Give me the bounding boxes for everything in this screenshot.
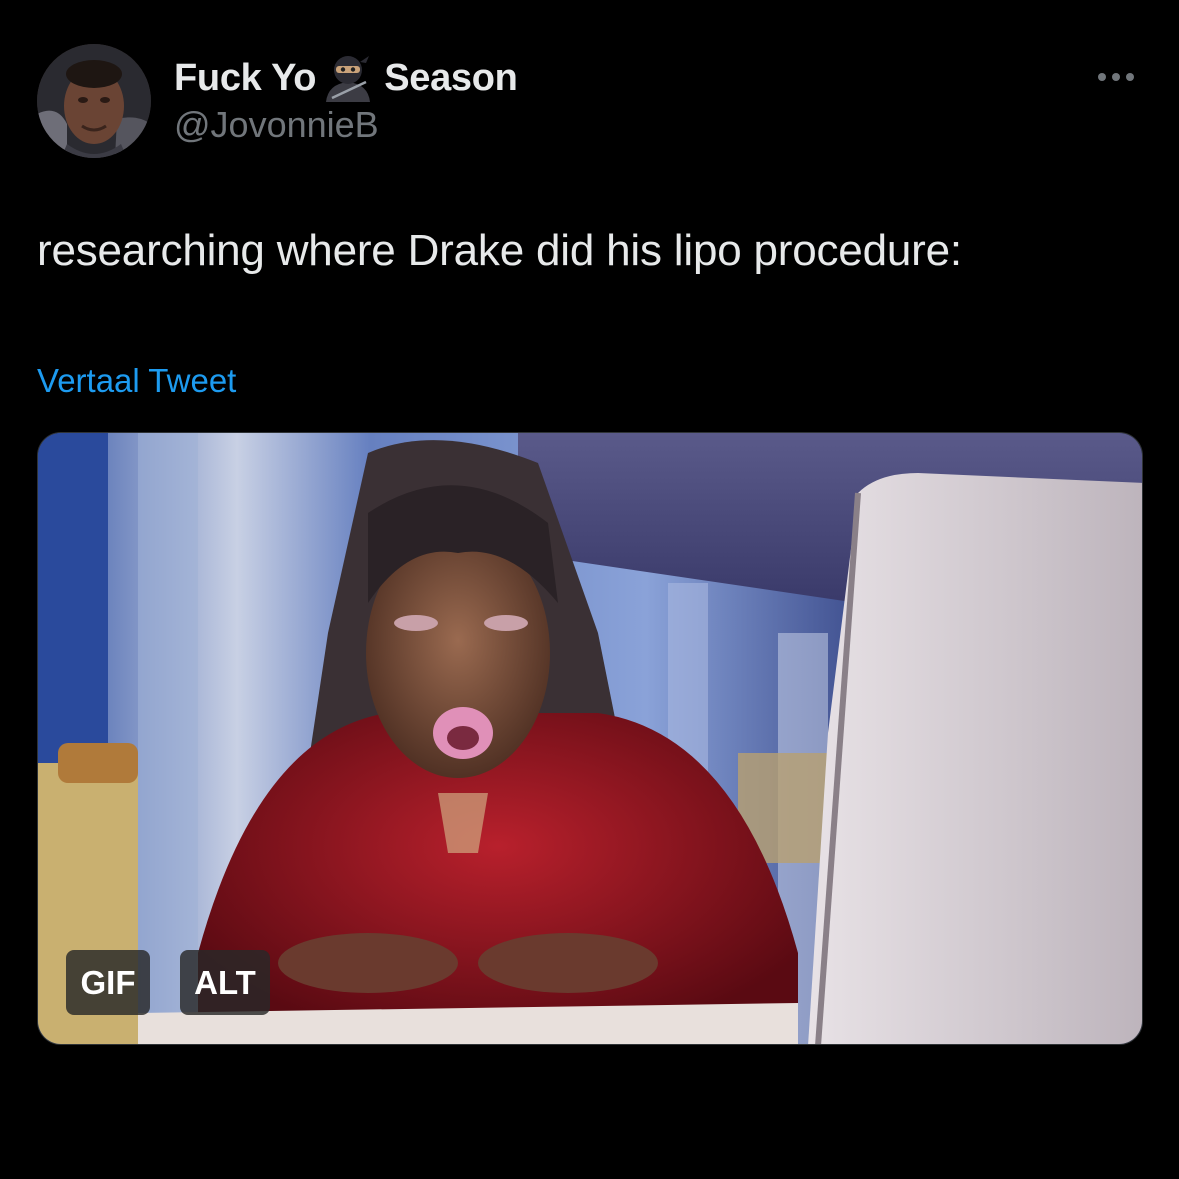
more-horizontal-icon: [1098, 73, 1134, 81]
gif-badge: GIF: [66, 950, 150, 1015]
alt-text-button[interactable]: ALT: [180, 950, 270, 1015]
tweet-card: Fuck Yo Season @JovonnieB researching wh…: [0, 0, 1179, 1179]
display-name[interactable]: Fuck Yo Season: [174, 52, 518, 104]
avatar[interactable]: [37, 44, 151, 158]
user-handle[interactable]: @JovonnieB: [174, 104, 379, 146]
display-name-suffix: Season: [384, 56, 518, 99]
display-name-prefix: Fuck Yo: [174, 56, 317, 99]
translate-tweet-link[interactable]: Vertaal Tweet: [37, 362, 236, 400]
tweet-text: researching where Drake did his lipo pro…: [37, 226, 962, 275]
more-options-button[interactable]: [1092, 62, 1142, 92]
ninja-emoji-icon: [322, 52, 374, 104]
